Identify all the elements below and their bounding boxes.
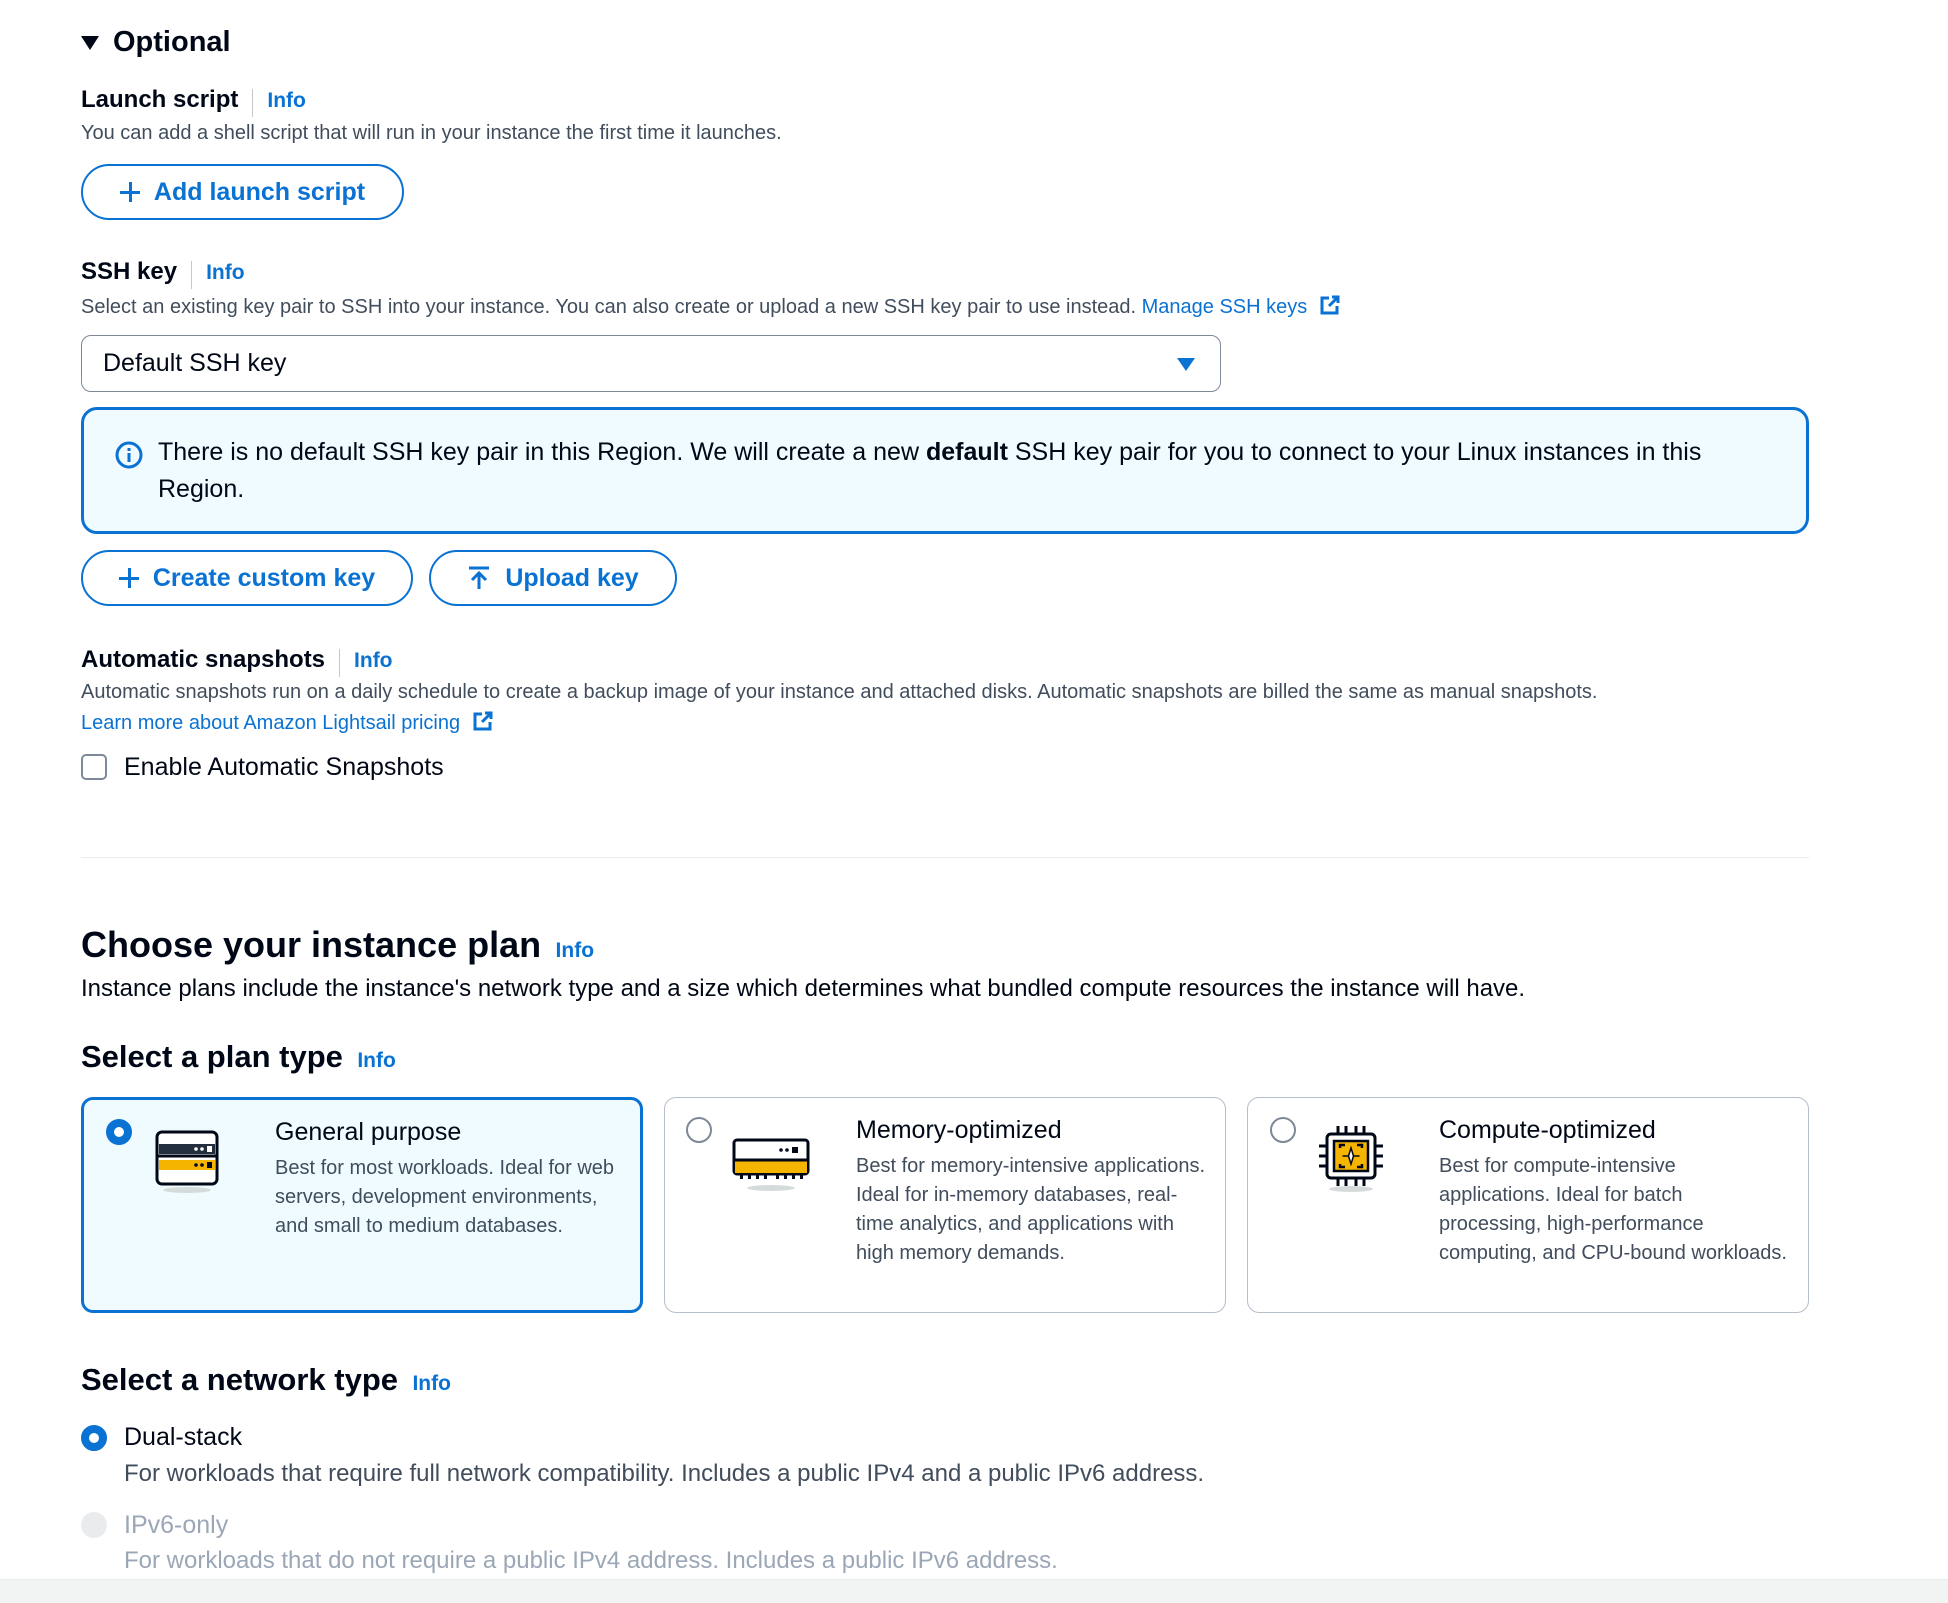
plan-title: Memory-optimized [856,1116,1062,1144]
external-link-icon [1320,295,1340,315]
plan-description: Best for compute-intensive applications.… [1439,1155,1787,1264]
lightsail-pricing-link[interactable]: Learn more about Amazon Lightsail pricin… [81,711,494,734]
instance-plan-info-link[interactable]: Info [556,939,594,963]
launch-script-info-link[interactable]: Info [267,89,305,113]
cpu-chip-icon [1319,1126,1383,1192]
info-circle-icon [115,441,143,469]
info-separator [252,88,254,117]
plan-radio-memory-optimized[interactable] [686,1117,712,1143]
plan-card-memory-optimized[interactable]: Memory-optimized Best for memory-intensi… [664,1097,1226,1313]
enable-snapshots-label[interactable]: Enable Automatic Snapshots [124,753,444,782]
plan-type-title: Select a plan type [81,1039,343,1074]
network-option-description: For workloads that require full network … [124,1460,1205,1487]
info-separator [339,648,341,677]
network-type-title: Select a network type [81,1362,399,1397]
plan-radio-compute-optimized[interactable] [1270,1117,1296,1143]
caret-down-icon [1177,358,1195,371]
alert-text-bold: default [925,438,1008,466]
ssh-key-description-row: Select an existing key pair to SSH into … [81,294,1341,319]
network-option-label[interactable]: IPv6-only [124,1511,228,1540]
alert-text-part1: There is no default SSH key pair in this… [158,438,926,466]
add-launch-script-label: Add launch script [153,177,366,206]
snapshots-description: Automatic snapshots run on a daily sched… [81,681,1598,703]
memory-module-icon [732,1138,810,1191]
network-type-info-link[interactable]: Info [412,1372,450,1396]
ssh-key-selected-value: Default SSH key [103,349,287,377]
ssh-key-select[interactable]: Default SSH key [81,335,1221,392]
bottom-bar [0,1579,1948,1603]
optional-section-toggle[interactable]: Optional [81,26,231,59]
instance-plan-title: Choose your instance plan [81,924,542,965]
ssh-key-header: SSH key Info [81,258,245,289]
external-link-icon [473,711,493,731]
plan-description: Best for memory-intensive applications. … [856,1155,1206,1264]
snapshots-label: Automatic snapshots [81,646,326,673]
plan-card-general-purpose[interactable]: General purpose Best for most workloads.… [81,1097,643,1313]
plan-title: General purpose [275,1118,462,1146]
instance-plan-description: Instance plans include the instance's ne… [81,975,1526,1002]
instance-plan-header: Choose your instance plan Info [81,924,594,966]
plan-radio-general-purpose[interactable] [106,1119,132,1145]
upload-key-button[interactable]: Upload key [429,550,677,606]
network-option-label[interactable]: Dual-stack [124,1423,242,1452]
plan-title: Compute-optimized [1439,1116,1656,1144]
lightsail-pricing-label: Learn more about Amazon Lightsail pricin… [81,712,461,734]
upload-key-label: Upload key [505,563,639,592]
snapshots-header: Automatic snapshots Info [81,646,393,677]
plan-description: Best for most workloads. Ideal for web s… [275,1157,615,1237]
plan-card-compute-optimized[interactable]: Compute-optimized Best for compute-inten… [1247,1097,1809,1313]
plan-type-info-link[interactable]: Info [357,1049,395,1073]
network-option-description: For workloads that do not require a publ… [124,1547,1058,1574]
pricing-link-row: Learn more about Amazon Lightsail pricin… [81,710,494,735]
manage-ssh-keys-link[interactable]: Manage SSH keys [1141,295,1341,318]
launch-script-label: Launch script [81,86,239,113]
network-radio-dual-stack[interactable] [81,1425,107,1451]
ssh-key-description: Select an existing key pair to SSH into … [81,296,1137,318]
network-type-header: Select a network type Info [81,1362,451,1398]
server-rack-icon [155,1130,219,1193]
optional-section-title: Optional [113,26,231,58]
ssh-key-info-link[interactable]: Info [206,261,244,285]
launch-script-header: Launch script Info [81,86,306,117]
info-separator [191,260,193,289]
add-launch-script-button[interactable]: Add launch script [81,164,404,220]
enable-snapshots-checkbox[interactable] [81,754,107,780]
ssh-key-label: SSH key [81,258,178,285]
section-divider [81,857,1809,858]
snapshots-info-link[interactable]: Info [354,649,392,673]
plus-icon [118,568,139,588]
plus-icon [119,182,140,202]
manage-ssh-keys-label: Manage SSH keys [1141,296,1308,318]
create-custom-key-label: Create custom key [152,563,376,592]
upload-icon [469,566,490,589]
launch-script-description: You can add a shell script that will run… [81,122,782,144]
network-radio-ipv6-only[interactable] [81,1512,107,1538]
plan-type-header: Select a plan type Info [81,1039,396,1075]
create-custom-key-button[interactable]: Create custom key [81,550,413,606]
caret-down-icon [81,35,99,50]
default-ssh-key-alert: There is no default SSH key pair in this… [81,407,1809,534]
